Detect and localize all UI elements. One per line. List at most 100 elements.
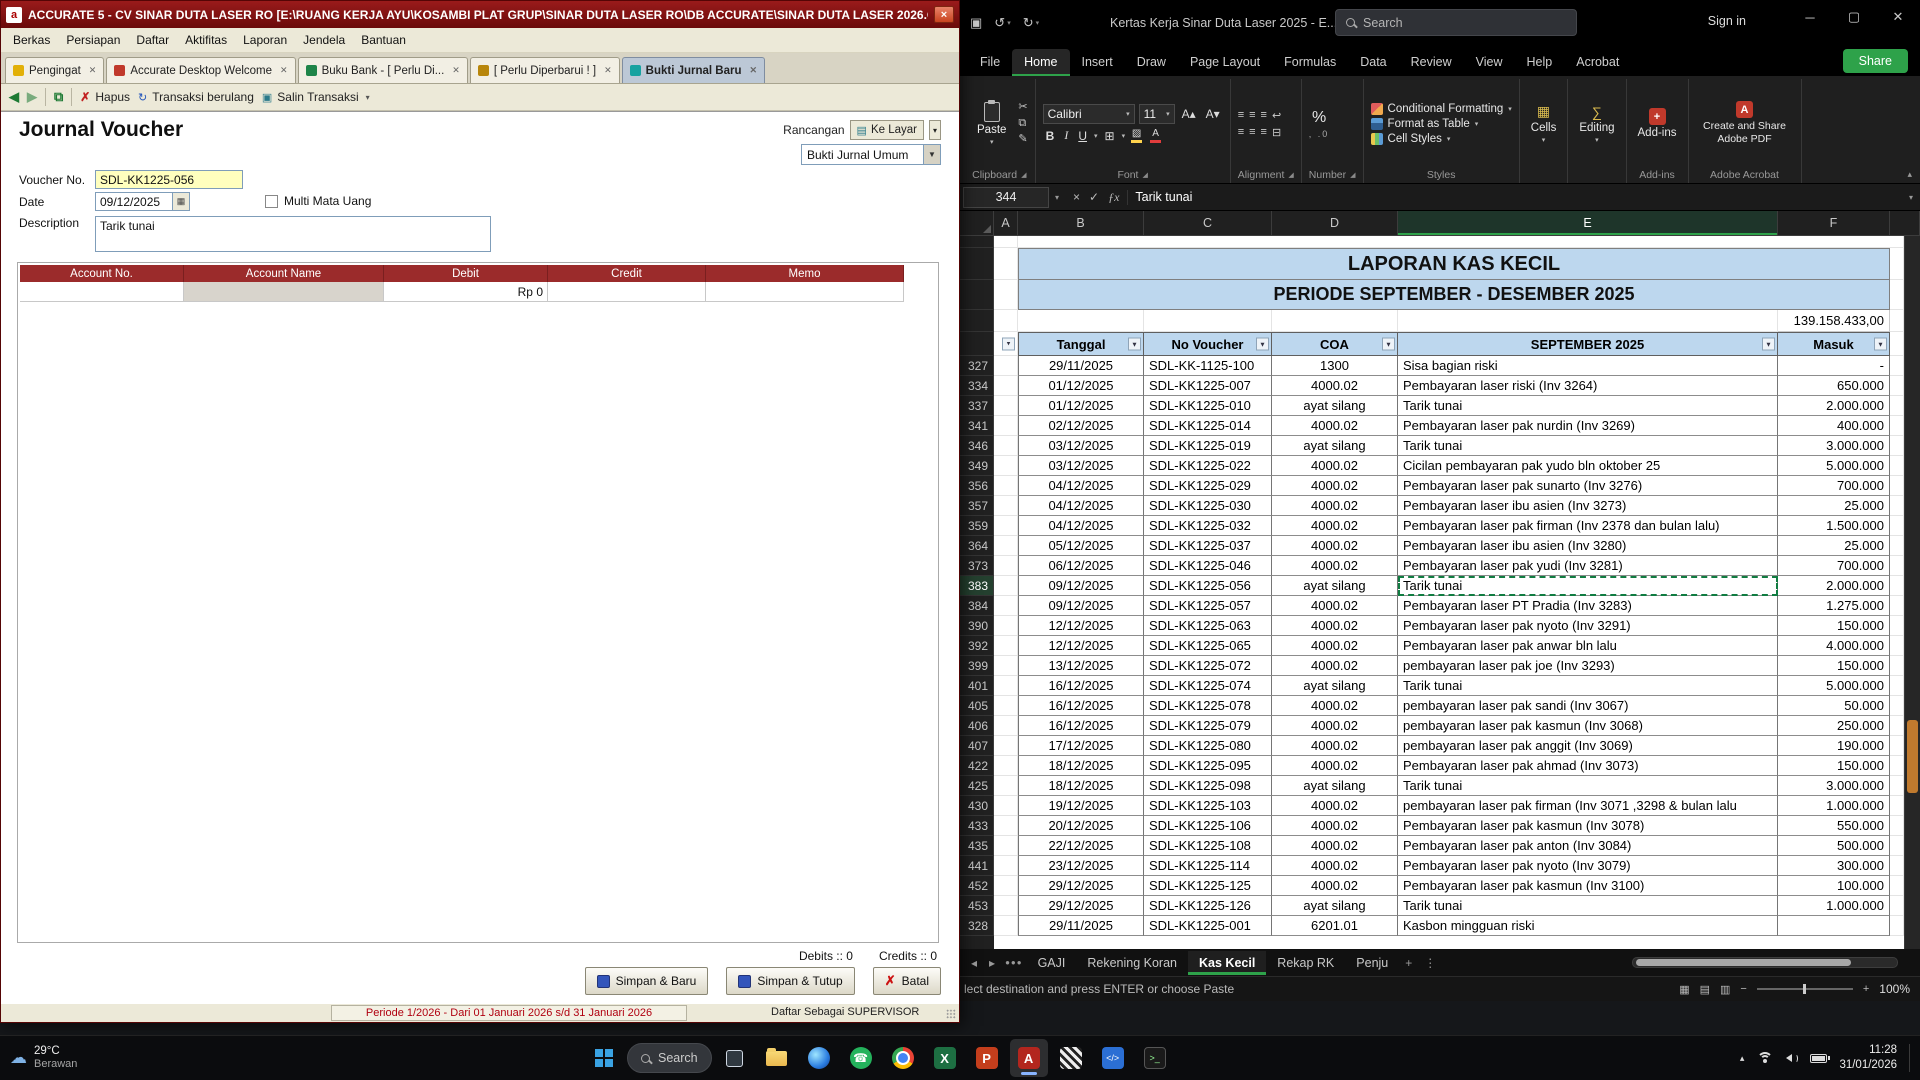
ribbon-tab-home[interactable]: Home bbox=[1012, 49, 1070, 76]
journal-row[interactable]: Rp 0 bbox=[20, 282, 904, 302]
cell-a[interactable] bbox=[994, 636, 1018, 656]
cell-keterangan[interactable]: Pembayaran laser riski (Inv 3264) bbox=[1398, 376, 1778, 396]
cell-masuk[interactable]: 1.000.000 bbox=[1778, 896, 1890, 916]
cell-voucher[interactable]: SDL-KK1225-037 bbox=[1144, 536, 1272, 556]
row-number[interactable]: 356 bbox=[960, 476, 994, 496]
cell-a[interactable] bbox=[994, 356, 1018, 376]
cell-keterangan[interactable]: pembayaran laser pak joe (Inv 3293) bbox=[1398, 656, 1778, 676]
cell-masuk[interactable]: 500.000 bbox=[1778, 836, 1890, 856]
cell-coa[interactable]: 4000.02 bbox=[1272, 636, 1398, 656]
cell-voucher[interactable]: SDL-KK1225-019 bbox=[1144, 436, 1272, 456]
taskbar-powerpoint-button[interactable]: P bbox=[968, 1039, 1006, 1077]
dialog-launcher-icon[interactable]: ◢ bbox=[1142, 171, 1147, 179]
account-no-header[interactable]: Account No. bbox=[20, 265, 184, 282]
sheet-tab-rekap-rk[interactable]: Rekap RK bbox=[1266, 951, 1345, 975]
cell-masuk[interactable]: 50.000 bbox=[1778, 696, 1890, 716]
cell-g[interactable] bbox=[1890, 896, 1904, 916]
row-number[interactable]: 341 bbox=[960, 416, 994, 436]
row-number[interactable]: 373 bbox=[960, 556, 994, 576]
taskbar-whatsapp-button[interactable]: ☎ bbox=[842, 1039, 880, 1077]
dialog-launcher-icon[interactable]: ◢ bbox=[1021, 171, 1026, 179]
cell-keterangan[interactable]: pembayaran laser pak firman (Inv 3071 ,3… bbox=[1398, 796, 1778, 816]
cell-tanggal[interactable]: 18/12/2025 bbox=[1018, 776, 1144, 796]
row-number[interactable]: 357 bbox=[960, 496, 994, 516]
paste-button[interactable]: Paste ▾ bbox=[971, 99, 1012, 148]
cell-a[interactable] bbox=[994, 416, 1018, 436]
row-number[interactable]: 349 bbox=[960, 456, 994, 476]
cell-tanggal[interactable]: 02/12/2025 bbox=[1018, 416, 1144, 436]
ribbon-tab-view[interactable]: View bbox=[1464, 49, 1515, 76]
borders-icon[interactable]: ⊞ bbox=[1102, 129, 1118, 143]
cell-tanggal[interactable]: 20/12/2025 bbox=[1018, 816, 1144, 836]
cell-g[interactable] bbox=[1890, 596, 1904, 616]
cell-coa[interactable]: 4000.02 bbox=[1272, 536, 1398, 556]
cell-voucher[interactable]: SDL-KK1225-007 bbox=[1144, 376, 1272, 396]
account-name-cell[interactable] bbox=[184, 282, 384, 302]
cell-masuk[interactable]: 150.000 bbox=[1778, 616, 1890, 636]
cell-voucher[interactable]: SDL-KK1225-029 bbox=[1144, 476, 1272, 496]
menu-item-jendela[interactable]: Jendela bbox=[295, 33, 353, 47]
cell-masuk[interactable]: 150.000 bbox=[1778, 756, 1890, 776]
transaksi-berulang-button[interactable]: ↻ Transaksi berulang bbox=[138, 90, 254, 104]
cell-masuk[interactable]: 3.000.000 bbox=[1778, 776, 1890, 796]
sheet-tab-gaji[interactable]: GAJI bbox=[1027, 951, 1077, 975]
cell-keterangan[interactable]: Pembayaran laser pak anwar bln lalu bbox=[1398, 636, 1778, 656]
menu-item-aktifitas[interactable]: Aktifitas bbox=[177, 33, 235, 47]
close-button[interactable]: ✕ bbox=[1876, 0, 1920, 34]
formula-input[interactable]: Tarik tunai bbox=[1128, 190, 1902, 204]
cell-tanggal[interactable]: 01/12/2025 bbox=[1018, 376, 1144, 396]
cell-coa[interactable]: 4000.02 bbox=[1272, 376, 1398, 396]
cell-tanggal[interactable]: 17/12/2025 bbox=[1018, 736, 1144, 756]
cell-masuk[interactable]: 1.275.000 bbox=[1778, 596, 1890, 616]
sheet-tab-rekening-koran[interactable]: Rekening Koran bbox=[1076, 951, 1188, 975]
ke-layar-dropdown-icon[interactable]: ▾ bbox=[928, 120, 941, 140]
cell-tanggal[interactable]: 05/12/2025 bbox=[1018, 536, 1144, 556]
simpan-tutup-button[interactable]: Simpan & Tutup bbox=[726, 967, 855, 995]
cell-voucher[interactable]: SDL-KK1225-072 bbox=[1144, 656, 1272, 676]
cell-masuk[interactable] bbox=[1778, 916, 1890, 936]
cell-g[interactable] bbox=[1890, 916, 1904, 936]
cell-a[interactable] bbox=[994, 736, 1018, 756]
row-number[interactable]: 328 bbox=[960, 916, 994, 936]
cell-voucher[interactable]: SDL-KK1225-125 bbox=[1144, 876, 1272, 896]
column-header-g[interactable] bbox=[1890, 211, 1920, 235]
row-number[interactable]: 383 bbox=[960, 576, 994, 596]
cell-g[interactable] bbox=[1890, 436, 1904, 456]
cell-coa[interactable]: 6201.01 bbox=[1272, 916, 1398, 936]
cell-voucher[interactable]: SDL-KK1225-114 bbox=[1144, 856, 1272, 876]
cell-masuk[interactable]: 400.000 bbox=[1778, 416, 1890, 436]
dialog-launcher-icon[interactable]: ◢ bbox=[1350, 171, 1355, 179]
account-name-header[interactable]: Account Name bbox=[184, 265, 384, 282]
align-center-icon[interactable]: ≡ bbox=[1249, 126, 1255, 139]
cell-g[interactable] bbox=[1890, 716, 1904, 736]
filter-icon[interactable]: ▾ bbox=[1382, 337, 1395, 351]
redo-icon[interactable]: ↻ ▾ bbox=[1023, 15, 1039, 31]
close-button[interactable]: × bbox=[934, 6, 954, 23]
taskbar-start-button[interactable] bbox=[585, 1039, 623, 1077]
menu-item-daftar[interactable]: Daftar bbox=[128, 33, 177, 47]
battery-icon[interactable] bbox=[1810, 1053, 1830, 1063]
align-bottom-icon[interactable]: ≡ bbox=[1261, 109, 1267, 122]
cell-coa[interactable]: 4000.02 bbox=[1272, 716, 1398, 736]
template-select[interactable]: Bukti Jurnal Umum ▼ bbox=[801, 144, 941, 165]
cell-voucher[interactable]: SDL-KK1225-001 bbox=[1144, 916, 1272, 936]
cell-a[interactable] bbox=[994, 456, 1018, 476]
date-field[interactable]: 09/12/2025 bbox=[95, 192, 173, 211]
row-number[interactable]: 327 bbox=[960, 356, 994, 376]
decimal-icons[interactable]: , .0 bbox=[1309, 129, 1330, 139]
cell-keterangan[interactable]: Pembayaran laser ibu asien (Inv 3280) bbox=[1398, 536, 1778, 556]
weather-widget[interactable]: ☁ 29°C Berawan bbox=[10, 1036, 77, 1080]
cell-g[interactable] bbox=[1890, 576, 1904, 596]
menu-item-laporan[interactable]: Laporan bbox=[235, 33, 295, 47]
debit-header[interactable]: Debit bbox=[384, 265, 548, 282]
salin-transaksi-button[interactable]: ▣ Salin Transaksi ▾ bbox=[262, 90, 370, 104]
column-header-f[interactable]: F bbox=[1778, 211, 1890, 235]
cell-keterangan[interactable]: pembayaran laser pak kasmun (Inv 3068) bbox=[1398, 716, 1778, 736]
share-button[interactable]: Share bbox=[1842, 49, 1908, 73]
cell-coa[interactable]: ayat silang bbox=[1272, 396, 1398, 416]
ribbon-tab-acrobat[interactable]: Acrobat bbox=[1564, 49, 1631, 76]
cell-masuk[interactable]: 1.000.000 bbox=[1778, 796, 1890, 816]
cell-coa[interactable]: 4000.02 bbox=[1272, 616, 1398, 636]
cell-voucher[interactable]: SDL-KK1225-078 bbox=[1144, 696, 1272, 716]
cell-g[interactable] bbox=[1890, 676, 1904, 696]
